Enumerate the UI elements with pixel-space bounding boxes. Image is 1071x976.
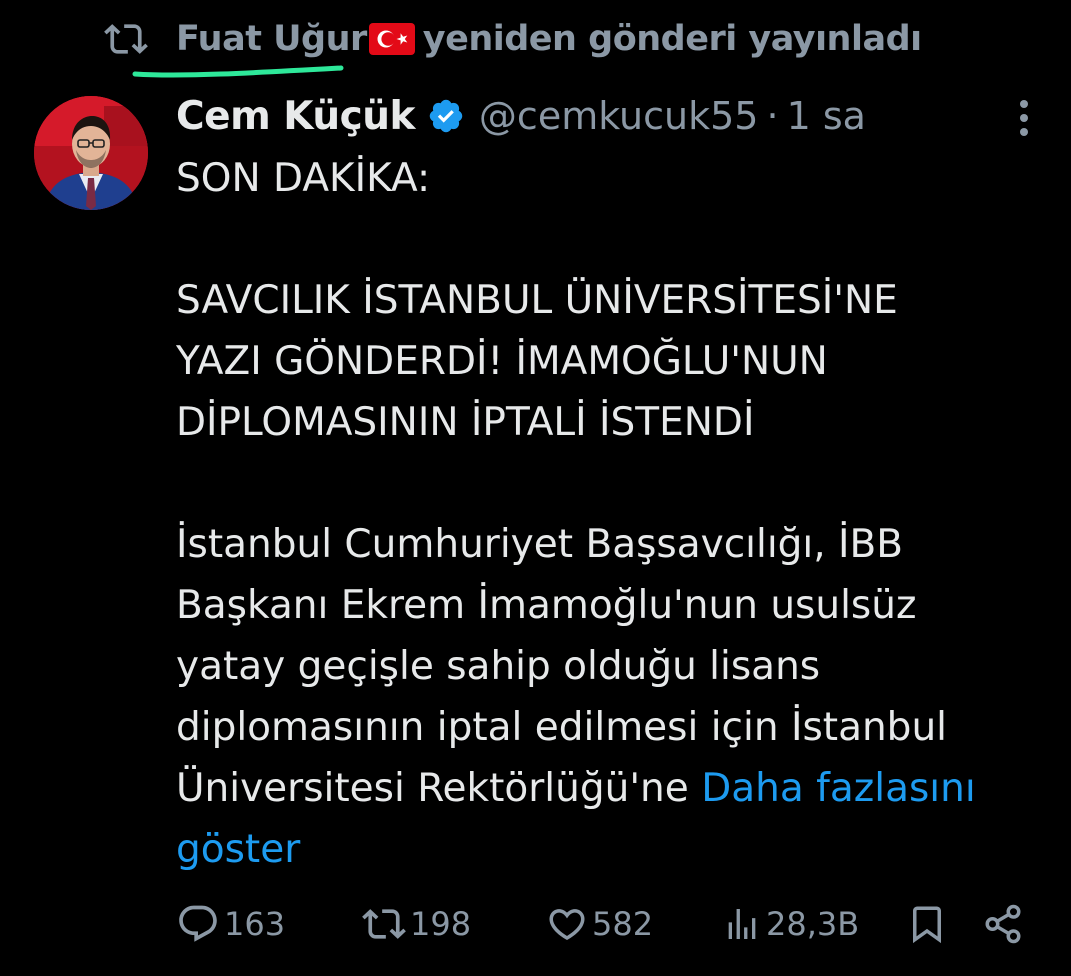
retweet-count: 198 [410, 905, 472, 943]
header-separator: · [766, 94, 779, 138]
retweet-icon [362, 909, 406, 939]
reply-count: 163 [224, 905, 286, 943]
tweet-header: Cem Küçük @cemkucuk55 · 1 sa [176, 88, 866, 144]
show-more-link[interactable]: Daha fazlasını [701, 766, 976, 811]
retweet-button[interactable]: 198 [362, 894, 471, 954]
tweet-actions: 163 198 582 28,3B [176, 894, 1046, 954]
views-button[interactable]: 28,3B [722, 894, 859, 954]
bookmark-button[interactable] [906, 894, 948, 954]
more-options-icon[interactable] [1008, 96, 1040, 140]
like-button[interactable]: 582 [546, 894, 653, 954]
show-more-link-continued[interactable]: göster [176, 827, 300, 872]
retweet-icon [104, 17, 148, 61]
retweet-label: yeniden gönderi yayınladı [422, 19, 922, 59]
avatar[interactable] [34, 96, 148, 210]
share-icon [985, 904, 1021, 944]
tweet-line: Üniversitesi Rektörlüğü'ne [176, 766, 689, 811]
tweet-line: İstanbul Cumhuriyet Başsavcılığı, İBB [176, 522, 904, 567]
retweeter-name[interactable]: Fuat Uğur [176, 19, 367, 59]
author-display-name[interactable]: Cem Küçük [176, 94, 415, 139]
turkey-flag-icon [368, 23, 415, 55]
tweet-line: göster [176, 819, 1056, 880]
tweet-text: SON DAKİKA: SAVCILIK İSTANBUL ÜNİVERSİTE… [176, 148, 1056, 880]
tweet-line: SON DAKİKA: [176, 156, 431, 201]
heart-icon [549, 909, 585, 941]
reply-icon [179, 905, 217, 942]
highlight-underline-mark [132, 65, 344, 78]
retweet-attribution: Fuat Uğur yeniden gönderi yayınladı [104, 14, 922, 64]
tweet-line: diplomasının iptal edilmesi için İstanbu… [176, 705, 947, 750]
tweet-line: SAVCILIK İSTANBUL ÜNİVERSİTESİ'NE [176, 278, 898, 323]
reply-button[interactable]: 163 [176, 894, 285, 954]
views-icon [728, 909, 756, 939]
tweet-line: YAZI GÖNDERDİ! İMAMOĞLU'NUN [176, 339, 828, 384]
like-count: 582 [592, 905, 654, 943]
verified-badge-icon[interactable] [427, 97, 465, 135]
tweet-line: DİPLOMASININ İPTALİ İSTENDİ [176, 400, 755, 445]
share-button[interactable] [982, 894, 1024, 954]
tweet-timestamp[interactable]: 1 sa [787, 94, 866, 138]
views-count: 28,3B [766, 905, 860, 943]
tweet-line: Başkanı Ekrem İmamoğlu'nun usulsüz [176, 583, 917, 628]
bookmark-icon [913, 906, 941, 944]
author-handle[interactable]: @cemkucuk55 [479, 94, 759, 138]
tweet-line: yatay geçişle sahip olduğu lisans [176, 644, 821, 689]
tweet-line-with-show-more: Üniversitesi Rektörlüğü'ne Daha fazlasın… [176, 758, 1056, 819]
